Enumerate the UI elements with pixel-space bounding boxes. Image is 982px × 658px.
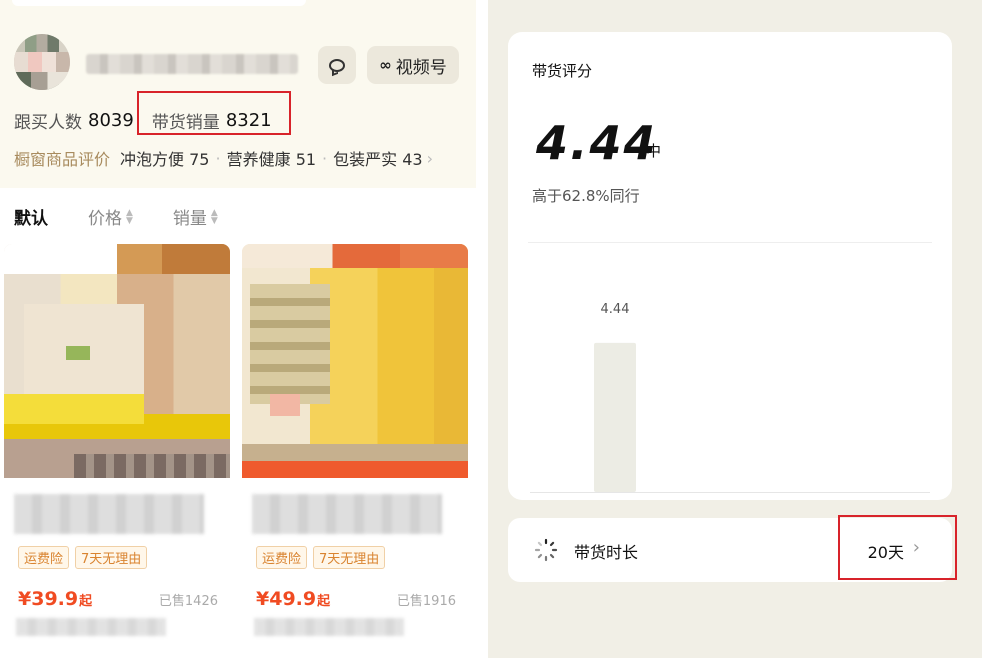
channels-button[interactable]: ∞ 视频号 [367,46,459,84]
avatar[interactable] [14,34,70,90]
shop-name-blurred [16,618,166,636]
sort-default[interactable]: 默认 [14,204,48,229]
chart-bar [594,342,636,492]
product-card[interactable]: 运费险 7天无理由 ¥49.9起 已售1916 [242,244,468,658]
score-comparison: 高于62.8%同行 [532,187,640,205]
chat-bubble-icon [329,58,345,72]
loading-spinner-icon [534,538,558,562]
score-card: 带货评分 4.44 中 高于62.8%同行 4.449月 [508,32,952,500]
sold-count: 已售1916 [396,594,456,609]
shop-window-panel: ∞ 视频号 跟买人数 8039 带货销量 8321 橱窗商品评价 冲泡方便 75… [0,0,476,658]
product-image [242,244,468,478]
return-policy-tag: 7天无理由 [313,546,386,569]
score-bar-chart: 4.449月 [530,302,930,493]
followers-label: 跟买人数 [14,113,82,133]
sales-highlight-box [137,91,291,135]
evaluation-tag: 营养健康 51 [226,150,317,169]
divider [528,242,932,243]
duration-highlight-box [838,515,957,580]
score-value: 4.44 [536,116,658,170]
evaluation-tag: 冲泡方便 75 [120,150,210,169]
window-evaluation[interactable]: 橱窗商品评价 冲泡方便 75 · 营养健康 51 · 包装严实 43 › [14,146,433,170]
return-policy-tag: 7天无理由 [75,546,148,569]
product-title-blurred [252,494,442,534]
chat-button[interactable] [318,46,356,84]
chart-data-label: 4.44 [601,302,630,317]
shop-name-blurred [254,618,404,636]
channels-button-label: 视频号 [395,57,447,78]
score-level: 中 [646,142,662,160]
product-image [4,244,230,478]
chevron-right-icon: › [426,148,434,168]
product-price: ¥49.9起 [256,588,331,610]
top-edge [12,0,306,6]
score-title: 带货评分 [532,62,593,80]
shipping-insurance-tag: 运费险 [256,546,308,569]
evaluation-title: 橱窗商品评价 [14,150,111,169]
sort-bar: 默认 价格 ▲ ▼ 销量 ▲ ▼ [14,204,258,229]
sort-sales[interactable]: 销量 ▲ ▼ [173,204,218,229]
duration-label: 带货时长 [574,543,639,562]
sold-count: 已售1426 [158,594,218,609]
product-price: ¥39.9起 [18,588,93,610]
product-card[interactable]: 运费险 7天无理由 ¥39.9起 已售1426 [4,244,230,658]
followers-value: 8039 [88,110,134,131]
evaluation-tag: 包装严实 43 [333,150,423,169]
sort-arrows-icon: ▲ ▼ [210,207,218,226]
sort-price[interactable]: 价格 ▲ ▼ [88,204,133,229]
shipping-insurance-tag: 运费险 [18,546,70,569]
product-title-blurred [14,494,204,534]
sort-arrows-icon: ▲ ▼ [126,207,133,226]
channels-icon: ∞ [379,56,391,74]
username-blurred [86,54,298,74]
